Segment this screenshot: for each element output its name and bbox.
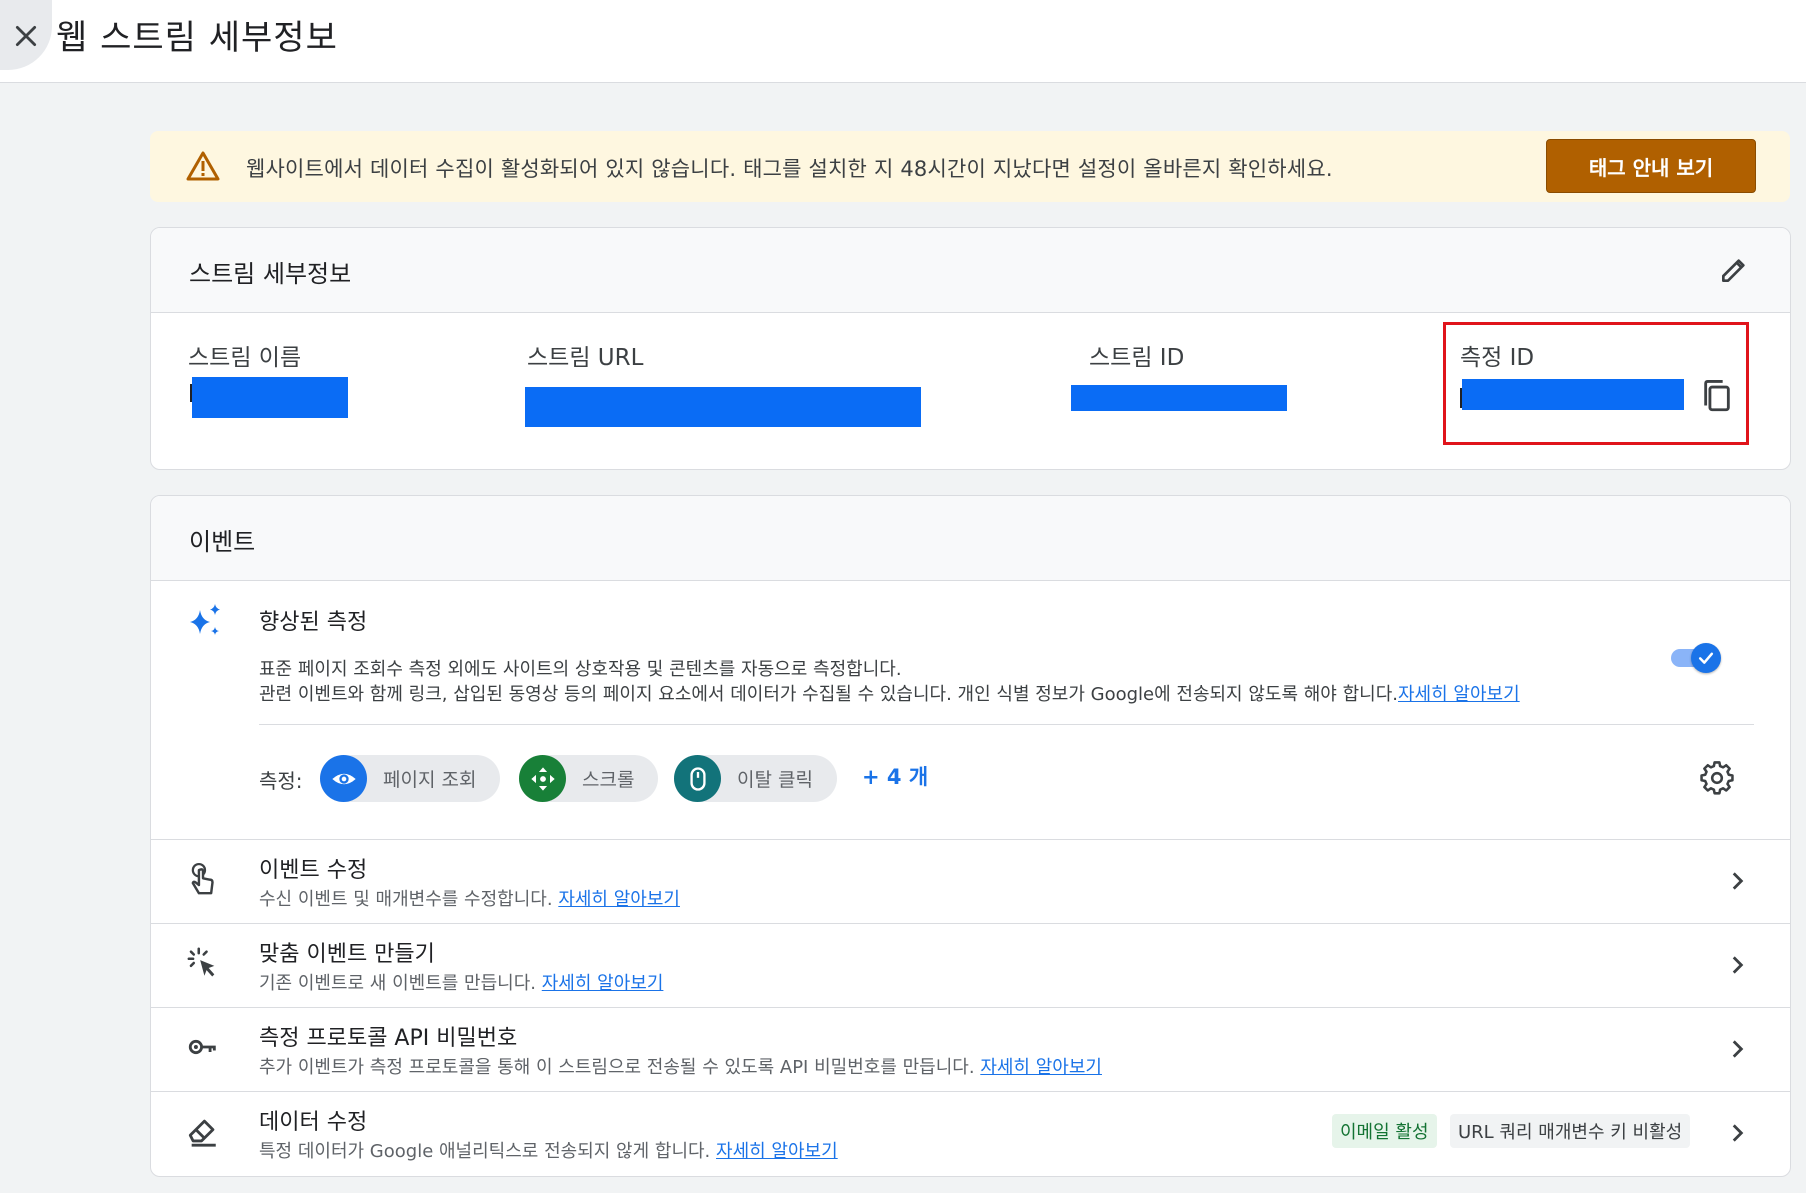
row-data-redaction-desc-text: 특정 데이터가 Google 애널리틱스로 전송되지 않게 합니다.	[259, 1141, 711, 1162]
row-measurement-protocol-desc-text: 추가 이벤트가 측정 프로토콜을 통해 이 스트림으로 전송될 수 있도록 AP…	[259, 1057, 975, 1078]
stream-url-value	[525, 387, 921, 427]
stream-details-title: 스트림 세부정보	[189, 260, 352, 288]
stream-id-value	[1071, 385, 1287, 411]
toggle-knob	[1691, 643, 1721, 673]
key-icon	[188, 1039, 216, 1055]
chip-outbound-click[interactable]: 이탈 클릭	[674, 755, 837, 802]
warning-icon	[186, 151, 220, 181]
sparkle-icon	[190, 604, 220, 635]
row-create-custom-event-learn-more[interactable]: 자세히 알아보기	[542, 973, 664, 994]
pencil-icon[interactable]	[1718, 254, 1750, 286]
chip-page-view[interactable]: 페이지 조회	[320, 755, 501, 802]
measurement-id-label: 측정 ID	[1460, 345, 1535, 371]
stream-name-value	[192, 377, 348, 418]
scroll-arrows-icon	[519, 755, 566, 802]
close-button[interactable]	[0, 0, 52, 70]
mouse-icon	[674, 755, 721, 802]
row-modify-events-desc-text: 수신 이벤트 및 매개변수를 수정합니다.	[259, 889, 553, 910]
row-measurement-protocol-title: 측정 프로토콜 API 비밀번호	[259, 1026, 518, 1051]
top-bar: 웹 스트림 세부정보	[0, 0, 1806, 83]
row-data-redaction-desc: 특정 데이터가 Google 애널리틱스로 전송되지 않게 합니다. 자세히 알…	[259, 1137, 838, 1163]
alert-message: 웹사이트에서 데이터 수집이 활성화되어 있지 않습니다. 태그를 설치한 지 …	[246, 157, 1333, 181]
url-query-param-inactive-badge: URL 쿼리 매개변수 키 비활성	[1450, 1114, 1691, 1148]
stream-url-label: 스트림 URL	[527, 345, 644, 371]
enhanced-learn-more-link[interactable]: 자세히 알아보기	[1398, 684, 1520, 705]
chevron-right-icon	[1732, 1124, 1744, 1142]
touch-hand-icon	[191, 862, 214, 895]
data-collection-alert: 웹사이트에서 데이터 수집이 활성화되어 있지 않습니다. 태그를 설치한 지 …	[150, 131, 1790, 202]
check-icon	[1698, 652, 1714, 664]
gear-icon[interactable]	[1700, 761, 1734, 795]
enhanced-measurement-toggle[interactable]	[1669, 643, 1725, 673]
enhanced-measurement-description: 표준 페이지 조회수 측정 외에도 사이트의 상호작용 및 콘텐츠를 자동으로 …	[259, 657, 1520, 707]
row-measurement-protocol[interactable]: 측정 프로토콜 API 비밀번호 추가 이벤트가 측정 프로토콜을 통해 이 스…	[150, 1007, 1791, 1091]
row-data-redaction[interactable]: 데이터 수정 특정 데이터가 Google 애널리틱스로 전송되지 않게 합니다…	[150, 1091, 1791, 1175]
measurement-label: 측정:	[259, 769, 303, 793]
row-data-redaction-title: 데이터 수정	[259, 1110, 368, 1135]
stream-id-label: 스트림 ID	[1089, 345, 1185, 371]
row-create-custom-event-title: 맞춤 이벤트 만들기	[259, 942, 435, 967]
stream-details-header: 스트림 세부정보	[151, 228, 1790, 313]
events-title: 이벤트	[189, 528, 256, 556]
enhanced-desc-line1: 표준 페이지 조회수 측정 외에도 사이트의 상호작용 및 콘텐츠를 자동으로 …	[259, 659, 902, 680]
cursor-click-icon	[187, 947, 215, 977]
chevron-right-icon	[1732, 1040, 1744, 1058]
eye-icon	[320, 755, 367, 802]
row-modify-events-title: 이벤트 수정	[259, 858, 368, 883]
row-modify-events-learn-more[interactable]: 자세히 알아보기	[558, 889, 680, 910]
row-create-custom-event-desc: 기존 이벤트로 새 이벤트를 만듭니다. 자세히 알아보기	[259, 969, 663, 995]
view-tag-guide-button[interactable]: 태그 안내 보기	[1546, 139, 1756, 193]
stream-name-label: 스트림 이름	[188, 345, 302, 371]
enhanced-measurement-title: 향상된 측정	[259, 610, 368, 635]
row-measurement-protocol-desc: 추가 이벤트가 측정 프로토콜을 통해 이 스트림으로 전송될 수 있도록 AP…	[259, 1053, 1102, 1079]
row-create-custom-event[interactable]: 맞춤 이벤트 만들기 기존 이벤트로 새 이벤트를 만듭니다. 자세히 알아보기	[150, 923, 1791, 1007]
row-modify-events-desc: 수신 이벤트 및 매개변수를 수정합니다. 자세히 알아보기	[259, 885, 680, 911]
close-icon	[15, 25, 37, 47]
row-data-redaction-learn-more[interactable]: 자세히 알아보기	[716, 1141, 838, 1162]
row-measurement-protocol-learn-more[interactable]: 자세히 알아보기	[980, 1057, 1102, 1078]
chip-page-view-label: 페이지 조회	[383, 769, 477, 791]
copy-icon[interactable]	[1700, 378, 1734, 416]
chip-scroll[interactable]: 스크롤	[519, 755, 659, 802]
page-title: 웹 스트림 세부정보	[56, 18, 338, 58]
chevron-right-icon	[1732, 872, 1744, 890]
email-active-badge: 이메일 활성	[1332, 1114, 1437, 1148]
chip-outbound-click-label: 이탈 클릭	[737, 769, 813, 791]
enhanced-desc-line2: 관련 이벤트와 함께 링크, 삽입된 동영상 등의 페이지 요소에서 데이터가 …	[259, 684, 1398, 705]
events-header: 이벤트	[151, 496, 1790, 581]
more-measurements-link[interactable]: + 4 개	[862, 761, 928, 791]
chevron-right-icon	[1732, 956, 1744, 974]
measurement-id-value	[1462, 379, 1684, 410]
eraser-icon	[188, 1119, 216, 1147]
row-create-custom-event-desc-text: 기존 이벤트로 새 이벤트를 만듭니다.	[259, 973, 537, 994]
enhanced-divider	[259, 724, 1754, 725]
row-modify-events[interactable]: 이벤트 수정 수신 이벤트 및 매개변수를 수정합니다. 자세히 알아보기	[150, 839, 1791, 923]
chip-scroll-label: 스크롤	[582, 769, 635, 791]
